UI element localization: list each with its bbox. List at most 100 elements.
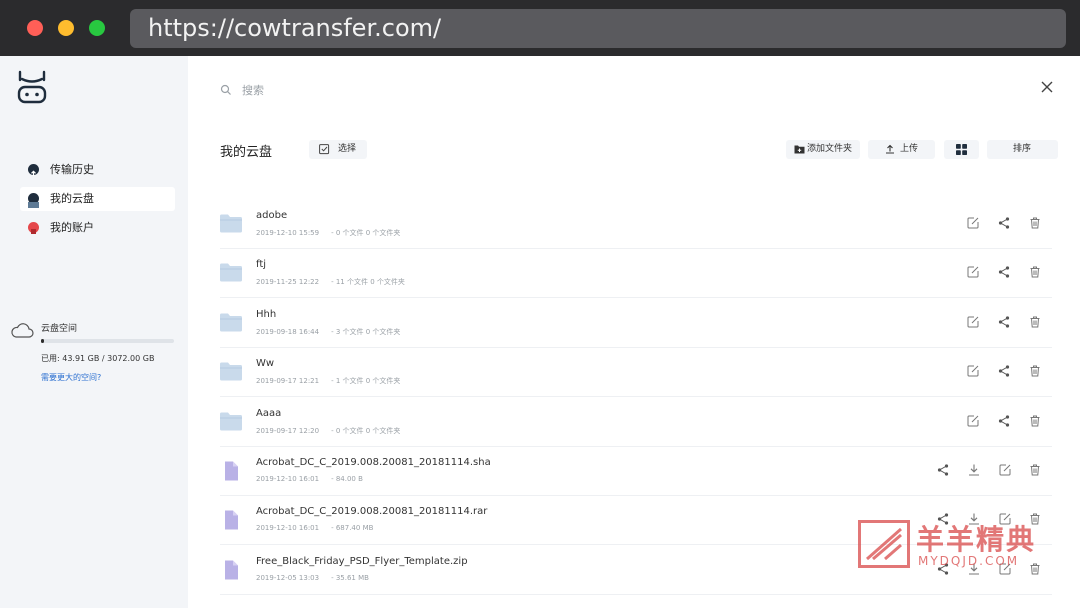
address-bar[interactable]: https://cowtransfer.com/ <box>130 9 1066 48</box>
disk-icon <box>28 193 39 208</box>
trash-icon[interactable] <box>1028 463 1042 477</box>
upload-circle-icon <box>28 164 39 176</box>
sidebar-item-my-cloud-disk[interactable]: 我的云盘 <box>20 187 175 211</box>
row-meta: 2019-12-10 16:01 - 84.00 B <box>256 475 363 483</box>
checkbox-edit-icon <box>319 144 330 155</box>
trash-icon[interactable] <box>1028 414 1042 428</box>
file-icon <box>225 560 238 580</box>
file-icon <box>225 461 238 481</box>
row-date: 2019-12-10 16:01 <box>256 524 320 533</box>
sidebar-item-transfer-history[interactable]: 传输历史 <box>20 158 175 182</box>
row-info: - 84.00 B <box>331 475 363 483</box>
sidebar-item-label: 我的云盘 <box>50 192 94 205</box>
row-name[interactable]: Acrobat_DC_C_2019.008.20081_20181114.rar <box>256 506 487 517</box>
grid-view-icon <box>956 144 967 155</box>
folder-row[interactable]: adobe 2019-12-10 15:59 - 0 个文件 0 个文件夹 <box>220 200 1052 249</box>
share-icon[interactable] <box>936 463 950 477</box>
row-date: 2019-09-17 12:21 <box>256 377 320 386</box>
sidebar-item-label: 我的账户 <box>50 221 94 234</box>
maximize-window-button[interactable] <box>89 20 105 36</box>
share-icon[interactable] <box>997 265 1011 279</box>
row-meta: 2019-12-05 13:03 - 35.61 MB <box>256 574 369 582</box>
folder-icon <box>220 412 242 431</box>
row-date: 2019-09-18 16:44 <box>256 327 320 336</box>
watermark-title: 羊羊精典 <box>916 523 1037 556</box>
edit-icon[interactable] <box>966 315 980 329</box>
row-date: 2019-09-17 12:20 <box>256 426 320 435</box>
share-icon[interactable] <box>997 414 1011 428</box>
close-icon[interactable] <box>1039 79 1055 95</box>
row-name[interactable]: Free_Black_Friday_PSD_Flyer_Template.zip <box>256 556 468 567</box>
row-name[interactable]: adobe <box>256 210 287 221</box>
edit-icon[interactable] <box>998 463 1012 477</box>
row-meta: 2019-09-18 16:44 - 3 个文件 0 个文件夹 <box>256 327 400 337</box>
add-folder-button[interactable]: 添加文件夹 <box>786 140 860 159</box>
row-date: 2019-11-25 12:22 <box>256 278 320 287</box>
browser-chrome: https://cowtransfer.com/ <box>0 0 1080 56</box>
edit-icon[interactable] <box>966 265 980 279</box>
row-name[interactable]: Ww <box>256 358 274 369</box>
sidebar-item-label: 传输历史 <box>50 163 94 176</box>
cow-logo-icon[interactable] <box>17 70 47 106</box>
watermark: 羊羊精典 MYDQJD.COM <box>858 520 1058 570</box>
row-meta: 2019-12-10 16:01 - 687.40 MB <box>256 524 373 532</box>
row-info: - 0 个文件 0 个文件夹 <box>331 229 401 237</box>
folder-row[interactable]: ftj 2019-11-25 12:22 - 11 个文件 0 个文件夹 <box>220 249 1052 299</box>
trash-icon[interactable] <box>1028 364 1042 378</box>
share-icon[interactable] <box>997 364 1011 378</box>
row-info: - 11 个文件 0 个文件夹 <box>331 278 405 287</box>
file-row[interactable]: Acrobat_DC_C_2019.008.20081_20181114.sha… <box>220 447 1052 496</box>
share-icon[interactable] <box>997 216 1011 230</box>
row-name[interactable]: Acrobat_DC_C_2019.008.20081_20181114.sha <box>256 457 491 468</box>
more-space-link[interactable]: 需要更大的空间? <box>41 372 101 383</box>
search-icon <box>220 84 231 95</box>
folder-icon <box>220 362 242 381</box>
cloud-icon <box>11 323 34 338</box>
storage-progress-fill <box>41 339 44 343</box>
download-icon[interactable] <box>967 463 981 477</box>
row-date: 2019-12-10 16:01 <box>256 475 320 483</box>
storage-used-text: 已用: 43.91 GB / 3072.00 GB <box>41 354 155 363</box>
edit-icon[interactable] <box>966 414 980 428</box>
share-icon[interactable] <box>997 315 1011 329</box>
account-icon <box>28 222 39 234</box>
sort-button[interactable]: 排序 <box>987 140 1058 159</box>
storage-progress-bar <box>41 339 174 343</box>
row-info: - 3 个文件 0 个文件夹 <box>331 327 401 336</box>
row-info: - 0 个文件 0 个文件夹 <box>331 426 401 435</box>
row-name[interactable]: ftj <box>256 259 266 270</box>
edit-icon[interactable] <box>966 364 980 378</box>
folder-row[interactable]: Hhh 2019-09-18 16:44 - 3 个文件 0 个文件夹 <box>220 299 1052 348</box>
row-name[interactable]: Aaaa <box>256 408 281 419</box>
minimize-window-button[interactable] <box>58 20 74 36</box>
edit-icon[interactable] <box>966 216 980 230</box>
folder-icon <box>220 214 242 233</box>
upload-icon <box>886 144 894 154</box>
trash-icon[interactable] <box>1028 216 1042 230</box>
search-input[interactable] <box>240 80 644 100</box>
close-window-button[interactable] <box>27 20 43 36</box>
sidebar-item-my-account[interactable]: 我的账户 <box>20 216 175 240</box>
folder-icon <box>220 263 242 282</box>
select-button[interactable]: 选择 <box>309 140 367 159</box>
row-name[interactable]: Hhh <box>256 309 276 320</box>
folder-plus-icon <box>794 145 805 154</box>
folder-row[interactable]: Ww 2019-09-17 12:21 - 1 个文件 0 个文件夹 <box>220 348 1052 398</box>
watermark-logo <box>858 520 910 568</box>
folder-row[interactable]: Aaaa 2019-09-17 12:20 - 0 个文件 0 个文件夹 <box>220 398 1052 447</box>
watermark-subtitle: MYDQJD.COM <box>918 554 1020 568</box>
row-meta: 2019-09-17 12:20 - 0 个文件 0 个文件夹 <box>256 426 400 436</box>
grid-view-button[interactable] <box>944 140 979 159</box>
row-date: 2019-12-05 13:03 <box>256 573 320 582</box>
file-icon <box>225 510 238 530</box>
row-meta: 2019-11-25 12:22 - 11 个文件 0 个文件夹 <box>256 277 405 287</box>
row-info: - 35.61 MB <box>331 573 369 582</box>
upload-button[interactable]: 上传 <box>868 140 935 159</box>
row-date: 2019-12-10 15:59 <box>256 229 320 237</box>
row-meta: 2019-12-10 15:59 - 0 个文件 0 个文件夹 <box>256 228 400 238</box>
page-title: 我的云盘 <box>220 145 273 160</box>
trash-icon[interactable] <box>1028 265 1042 279</box>
trash-icon[interactable] <box>1028 315 1042 329</box>
sidebar: 传输历史 我的云盘 我的账户 云盘空间 已用: 43.91 GB / 3072.… <box>0 56 188 608</box>
folder-icon <box>220 313 242 332</box>
